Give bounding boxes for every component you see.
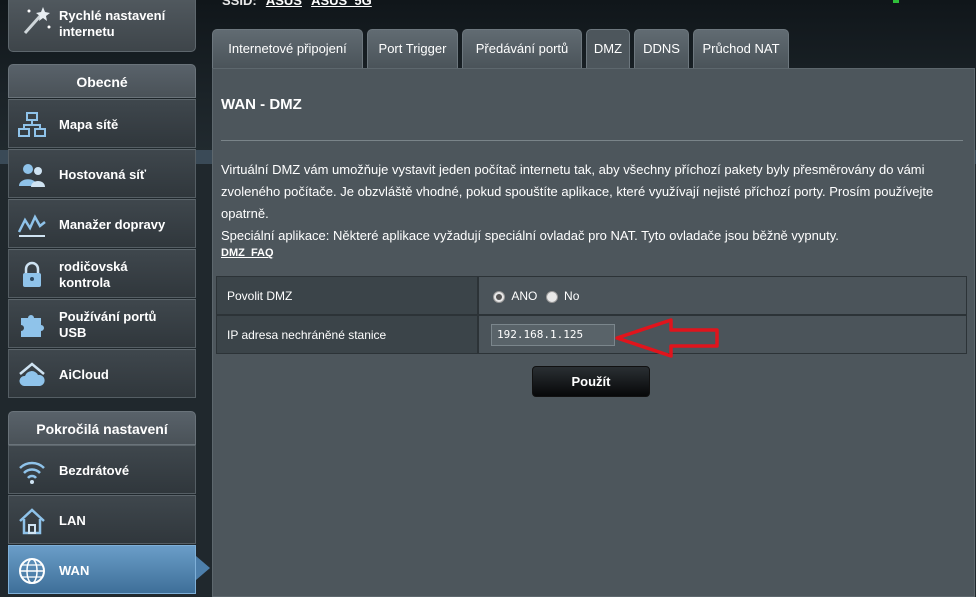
- sidebar-item-network-map[interactable]: Mapa sítě: [8, 99, 196, 148]
- content-panel: WAN - DMZ Virtuální DMZ vám umožňuje vys…: [212, 68, 975, 597]
- sidebar-item-parental-control[interactable]: rodičovská kontrola: [8, 249, 196, 298]
- exposed-station-ip-cell: 192.168.1.125: [478, 315, 967, 354]
- guest-network-icon: [19, 164, 45, 187]
- sidebar-item-label: Mapa sítě: [59, 116, 119, 132]
- parental-control-lock-icon: [23, 261, 41, 287]
- sidebar-item-aicloud[interactable]: AiCloud: [8, 349, 196, 398]
- enable-dmz-row: Povolit DMZ ANO No: [216, 276, 967, 315]
- sidebar-item-wireless[interactable]: Bezdrátové: [8, 445, 196, 494]
- home-lan-icon: [19, 508, 45, 535]
- description: Virtuální DMZ vám umožňuje vystavit jede…: [221, 159, 961, 247]
- quick-setup-label: Rychlé nastavení internetu: [59, 8, 166, 39]
- general-section-header: Obecné: [8, 64, 196, 98]
- active-item-pointer: [196, 556, 210, 580]
- sidebar-item-label: LAN: [59, 512, 86, 528]
- sidebar-item-label: Bezdrátové: [59, 462, 130, 478]
- traffic-manager-icon: [17, 214, 46, 237]
- status-led-icon: [893, 0, 899, 3]
- enable-dmz-options: ANO No: [478, 276, 967, 315]
- ssid-2g[interactable]: ASUS: [266, 0, 302, 8]
- aicloud-icon: [19, 362, 45, 386]
- sidebar-item-label: Používání portů USB: [59, 308, 157, 340]
- tab-ddns[interactable]: DDNS: [634, 29, 689, 69]
- usb-puzzle-icon: [21, 315, 44, 337]
- sidebar-item-usb[interactable]: Používání portů USB: [8, 299, 196, 348]
- exposed-station-ip-row: IP adresa nechráněné stanice 192.168.1.1…: [216, 315, 967, 354]
- sidebar-item-label: rodičovská kontrola: [59, 258, 128, 290]
- sidebar-item-label: AiCloud: [59, 366, 109, 382]
- ssid-line: SSID: ASUS ASUS_5G: [222, 0, 378, 8]
- exposed-station-ip-label: IP adresa nechráněné stanice: [216, 315, 478, 354]
- sidebar-item-traffic-manager[interactable]: Manažer dopravy: [8, 199, 196, 248]
- sidebar-item-lan[interactable]: LAN: [8, 495, 196, 544]
- globe-wan-icon: [19, 558, 45, 584]
- annotation-arrow-icon: [615, 318, 719, 358]
- ssid-5g[interactable]: ASUS_5G: [311, 0, 372, 8]
- network-map-icon: [18, 112, 46, 137]
- description-dmz: Virtuální DMZ vám umožňuje vystavit jede…: [221, 162, 934, 221]
- page-title: WAN - DMZ: [221, 96, 302, 113]
- ssid-label: SSID:: [222, 0, 257, 8]
- exposed-station-ip-input[interactable]: 192.168.1.125: [491, 324, 615, 346]
- tab-nat-passthrough[interactable]: Průchod NAT: [693, 29, 789, 69]
- enable-dmz-no-radio[interactable]: [545, 290, 558, 303]
- tab-port-trigger[interactable]: Port Trigger: [367, 29, 458, 69]
- tab-dmz[interactable]: DMZ: [586, 29, 630, 69]
- tab-port-forwarding[interactable]: Předávání portů: [462, 29, 582, 69]
- sidebar-item-wan[interactable]: WAN: [8, 545, 196, 594]
- sidebar-item-guest-network[interactable]: Hostovaná síť: [8, 149, 196, 198]
- quick-setup-button[interactable]: Rychlé nastavení internetu: [8, 0, 196, 52]
- enable-dmz-no-label: No: [564, 289, 580, 303]
- dmz-faq-link[interactable]: DMZ_FAQ: [221, 247, 274, 259]
- sidebar-item-label: Hostovaná síť: [59, 166, 147, 182]
- enable-dmz-yes-radio[interactable]: [493, 290, 505, 303]
- wireless-icon: [19, 461, 45, 484]
- title-divider: [221, 140, 963, 141]
- apply-button[interactable]: Použít: [532, 366, 650, 397]
- advanced-section-header: Pokročilá nastavení: [8, 411, 196, 445]
- enable-dmz-yes-label: ANO: [511, 289, 538, 303]
- magic-wand-icon: [23, 7, 51, 34]
- description-special-apps: Speciální aplikace: Některé aplikace vyž…: [221, 228, 839, 243]
- sidebar-item-label: WAN: [59, 562, 90, 578]
- enable-dmz-label: Povolit DMZ: [216, 276, 478, 315]
- tab-internet-connection[interactable]: Internetové připojení: [212, 29, 363, 69]
- sidebar-item-label: Manažer dopravy: [59, 216, 166, 232]
